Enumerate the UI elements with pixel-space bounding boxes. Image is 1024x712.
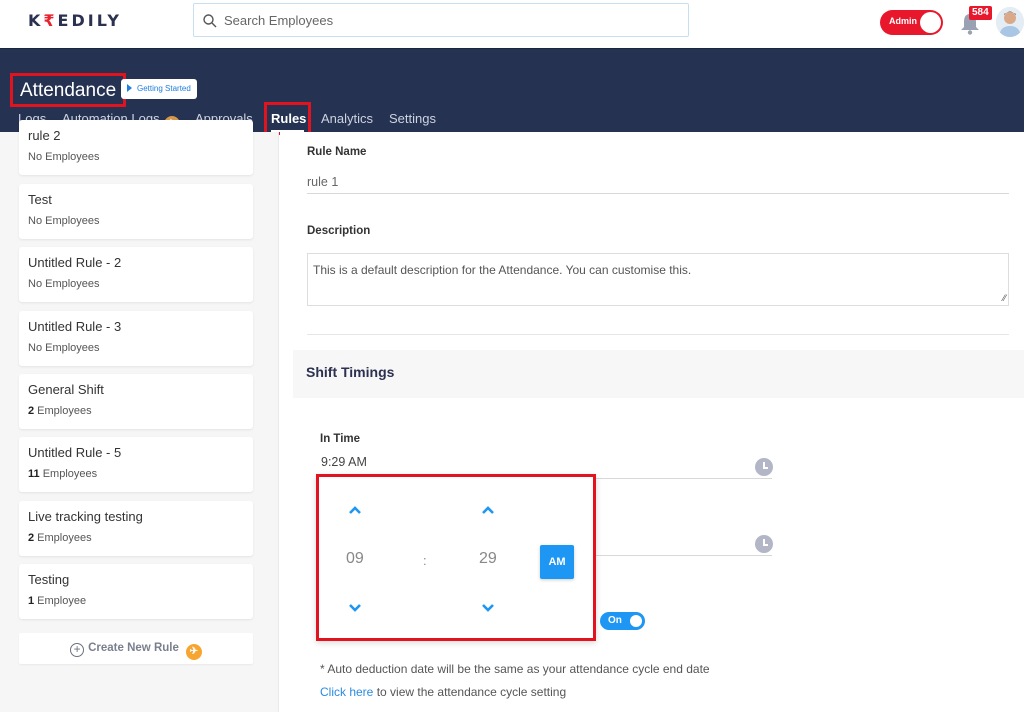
admin-toggle-label: Admin bbox=[889, 16, 917, 26]
clock-icon[interactable] bbox=[755, 535, 773, 553]
rule-employee-count: No Employees bbox=[28, 278, 100, 290]
rule-employee-count: 2 Employees bbox=[28, 405, 92, 417]
play-icon bbox=[127, 84, 132, 92]
count-suffix: Employees bbox=[39, 468, 98, 480]
rule-card[interactable]: General Shift 2 Employees bbox=[19, 374, 253, 429]
admin-toggle[interactable]: Admin bbox=[880, 10, 943, 35]
section-title: Shift Timings bbox=[306, 364, 395, 380]
toggle-label: On bbox=[608, 615, 622, 626]
time-picker-popup: 09 : 29 AM bbox=[316, 474, 596, 641]
rule-employee-count: No Employees bbox=[28, 342, 100, 354]
shift-timings-section: Shift Timings bbox=[293, 350, 1024, 398]
section-divider bbox=[307, 334, 1009, 335]
count-suffix: No Employees bbox=[28, 215, 100, 227]
minute-value[interactable]: 29 bbox=[479, 550, 497, 568]
description-textarea[interactable]: This is a default description for the At… bbox=[307, 253, 1009, 306]
count-number: 11 bbox=[28, 468, 40, 480]
logo-rest: EDILY bbox=[57, 11, 122, 30]
rule-card[interactable]: Test No Employees bbox=[19, 184, 253, 239]
am-pm-toggle-button[interactable]: AM bbox=[540, 545, 574, 579]
rule-employee-count: 2 Employees bbox=[28, 532, 92, 544]
hour-down-chevron-icon[interactable] bbox=[348, 601, 362, 615]
click-here-link[interactable]: Click here bbox=[320, 685, 373, 699]
count-suffix: No Employees bbox=[28, 342, 100, 354]
search-input[interactable] bbox=[224, 4, 674, 36]
tab-analytics[interactable]: Analytics bbox=[321, 111, 373, 126]
rule-name-underline bbox=[307, 193, 1009, 194]
auto-deduction-toggle[interactable]: On bbox=[600, 612, 645, 630]
search-box[interactable] bbox=[193, 3, 689, 37]
search-icon bbox=[203, 14, 217, 28]
toggle-knob bbox=[920, 12, 941, 33]
plus-circle-icon: + bbox=[70, 643, 85, 657]
description-text: This is a default description for the At… bbox=[313, 263, 692, 277]
page-title: Attendance bbox=[10, 73, 127, 107]
user-avatar[interactable] bbox=[996, 7, 1024, 37]
resize-handle-icon[interactable]: ⁄⁄ bbox=[1003, 293, 1006, 303]
toggle-knob bbox=[630, 615, 642, 627]
count-suffix: Employees bbox=[34, 532, 92, 544]
in-time-label: In Time bbox=[320, 433, 361, 445]
logo-rupee: ₹ bbox=[43, 11, 58, 30]
create-new-rule-button[interactable]: + Create New Rule ✈ bbox=[19, 633, 253, 664]
count-suffix: No Employees bbox=[28, 151, 100, 163]
rule-card[interactable]: Untitled Rule - 2 No Employees bbox=[19, 247, 253, 302]
count-suffix: Employees bbox=[34, 405, 92, 417]
rule-card[interactable]: Untitled Rule - 3 No Employees bbox=[19, 311, 253, 366]
kredily-logo[interactable]: K₹EDILY bbox=[28, 11, 122, 30]
minute-down-chevron-icon[interactable] bbox=[481, 601, 495, 615]
hour-up-chevron-icon[interactable] bbox=[348, 503, 362, 517]
rule-card[interactable]: Live tracking testing 2 Employees bbox=[19, 501, 253, 556]
rule-name: Live tracking testing bbox=[28, 509, 143, 524]
rule-name-label: Rule Name bbox=[307, 146, 367, 158]
rule-name: Untitled Rule - 3 bbox=[28, 319, 122, 334]
getting-started-label: Getting Started bbox=[137, 84, 191, 93]
top-bar: K₹EDILY Admin 584 bbox=[0, 0, 1024, 48]
link-suffix-text: to view the attendance cycle setting bbox=[373, 685, 567, 699]
rule-employee-count: 1 Employee bbox=[28, 595, 86, 607]
tab-settings[interactable]: Settings bbox=[389, 111, 436, 126]
logo-k: K bbox=[28, 11, 44, 30]
rule-name: Untitled Rule - 5 bbox=[28, 445, 122, 460]
out-time-underline bbox=[596, 555, 772, 556]
count-suffix: No Employees bbox=[28, 278, 100, 290]
rule-name: Untitled Rule - 2 bbox=[28, 255, 122, 270]
attendance-cycle-note: Click here to view the attendance cycle … bbox=[320, 685, 566, 699]
rule-employee-count: 11 Employees bbox=[28, 468, 97, 480]
rule-name: General Shift bbox=[28, 382, 104, 397]
minute-up-chevron-icon[interactable] bbox=[481, 503, 495, 517]
clock-icon[interactable] bbox=[755, 458, 773, 476]
airplane-icon: ✈ bbox=[185, 644, 202, 660]
rule-card[interactable]: Testing 1 Employee bbox=[19, 564, 253, 619]
avatar-image bbox=[996, 7, 1024, 37]
rule-name-input[interactable]: rule 1 bbox=[307, 175, 338, 189]
rule-employee-count: No Employees bbox=[28, 215, 100, 227]
rule-name: Test bbox=[28, 192, 52, 207]
getting-started-button[interactable]: Getting Started bbox=[121, 79, 197, 99]
rule-card[interactable]: rule 2 No Employees bbox=[19, 120, 253, 175]
time-separator: : bbox=[423, 553, 427, 568]
rule-name: rule 2 bbox=[28, 128, 61, 143]
count-suffix: Employee bbox=[34, 595, 87, 607]
rules-sidebar: rule 2 No Employees Test No Employees Un… bbox=[0, 120, 279, 712]
create-new-rule-label: Create New Rule bbox=[88, 642, 179, 654]
rule-employee-count: No Employees bbox=[28, 151, 100, 163]
rule-editor: Rule Name rule 1 Description This is a d… bbox=[280, 132, 1024, 712]
notification-badge: 584 bbox=[969, 6, 992, 20]
hour-value[interactable]: 09 bbox=[346, 550, 364, 568]
description-label: Description bbox=[307, 225, 371, 237]
rule-card[interactable]: Untitled Rule - 5 11 Employees bbox=[19, 437, 253, 492]
in-time-input[interactable]: 9:29 AM bbox=[321, 455, 367, 469]
auto-deduction-note: * Auto deduction date will be the same a… bbox=[320, 662, 710, 676]
rule-name: Testing bbox=[28, 572, 70, 587]
